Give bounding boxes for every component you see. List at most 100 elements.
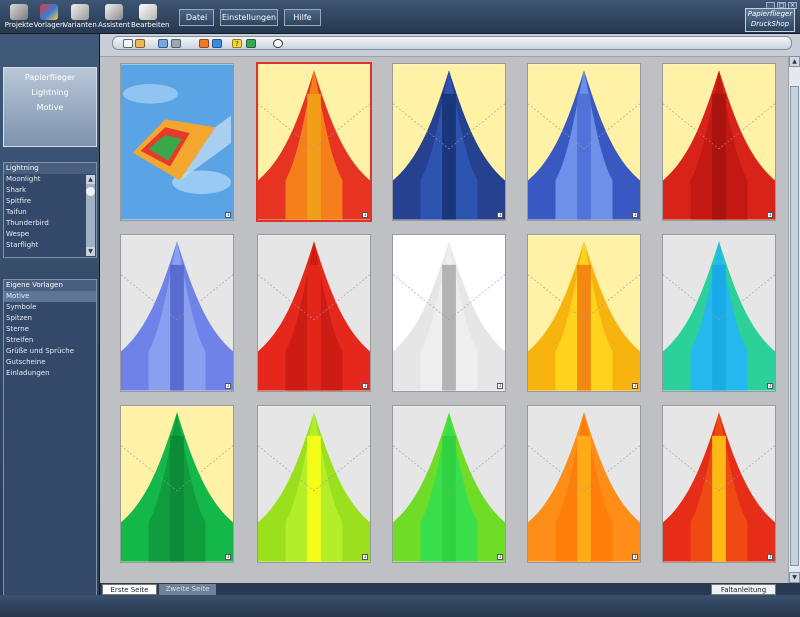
projekte-label: Projekte xyxy=(4,21,34,29)
tab-erste-seite[interactable]: Erste Seite xyxy=(102,584,157,595)
faltanleitung-button[interactable]: Faltanleitung xyxy=(711,584,776,595)
template-thumbnail[interactable]: ↓ xyxy=(256,62,372,222)
kite-thumbnail-image xyxy=(393,406,505,562)
page-marker-icon: ↓ xyxy=(632,554,638,560)
kite-thumbnail-image xyxy=(528,235,640,391)
model-list-header[interactable]: Lightning xyxy=(4,163,96,174)
print-setup-icon[interactable] xyxy=(171,39,181,48)
template-thumbnail[interactable]: ↓ xyxy=(662,63,776,221)
bearbeiten-label: Bearbeiten xyxy=(131,21,170,29)
scroll-down-icon[interactable]: ▼ xyxy=(789,572,800,583)
page-marker-icon: ↓ xyxy=(767,554,773,560)
template-list: Eigene Vorlagen Motive Symbole Spitzen S… xyxy=(3,279,97,617)
scroll-thumb[interactable] xyxy=(790,86,799,566)
page-marker-icon: ↓ xyxy=(225,554,231,560)
logo-line1: Papierflieger xyxy=(747,10,793,18)
scroll-up-icon[interactable]: ▲ xyxy=(789,56,800,67)
template-list-item[interactable]: Symbole xyxy=(4,302,96,313)
kite-thumbnail-image xyxy=(121,235,233,391)
template-list-item[interactable]: Einladungen xyxy=(4,368,96,379)
kite-thumbnail-image xyxy=(258,64,370,220)
kite-thumbnail-image xyxy=(663,64,775,220)
help-icon[interactable]: ? xyxy=(232,39,242,48)
color-icon[interactable] xyxy=(212,39,222,48)
tab-zweite-seite[interactable]: Zweite Seite xyxy=(159,584,216,595)
template-thumbnail[interactable]: ↓ xyxy=(662,234,776,392)
kite-thumbnail-image xyxy=(528,406,640,562)
template-thumbnail[interactable]: ↓ xyxy=(120,405,234,563)
template-thumbnail[interactable]: ↓ xyxy=(120,234,234,392)
template-thumbnail[interactable]: ↓ xyxy=(257,405,371,563)
page-marker-icon: ↓ xyxy=(362,212,368,218)
bearbeiten-button[interactable]: Bearbeiten xyxy=(131,2,170,32)
paint-icon[interactable] xyxy=(199,39,209,48)
zoom-icon[interactable] xyxy=(273,39,283,48)
scroll-up-icon[interactable]: ▲ xyxy=(86,175,95,184)
template-thumbnail[interactable]: ↓ xyxy=(120,63,234,221)
kite-thumbnail-image xyxy=(528,64,640,220)
menu-datei[interactable]: Datei xyxy=(179,9,214,26)
template-thumbnail[interactable]: ↓ xyxy=(527,63,641,221)
page-marker-icon: ↓ xyxy=(767,383,773,389)
logo-line2: DruckShop xyxy=(750,20,790,28)
category-line2: Lightning xyxy=(31,88,69,97)
template-list-item[interactable]: Sterne xyxy=(4,324,96,335)
template-list-item[interactable]: Gutscheine xyxy=(4,357,96,368)
model-list-item[interactable]: Thunderbird xyxy=(4,218,96,229)
vorlagen-button[interactable]: Vorlagen xyxy=(32,2,66,32)
application-window: Projekte Vorlagen Varianten Assistent Be… xyxy=(0,0,800,617)
page-marker-icon: ↓ xyxy=(632,212,638,218)
bearbeiten-icon xyxy=(139,4,157,20)
template-list-item[interactable]: Motive xyxy=(4,291,96,302)
model-list-item[interactable]: Moonlight xyxy=(4,174,96,185)
thumbnail-grid: ↓ ↓ ↓ ↓ ↓ ↓ ↓ ↓ ↓ ↓ ↓ ↓ ↓ ↓ ↓ xyxy=(100,56,788,606)
sidebar: Papierflieger Lightning Motive Lightning… xyxy=(0,34,100,617)
menu-hilfe[interactable]: Hilfe xyxy=(284,9,321,26)
kite-thumbnail-image xyxy=(258,406,370,562)
scroll-thumb[interactable] xyxy=(86,187,95,196)
new-icon[interactable] xyxy=(123,39,133,48)
page-marker-icon: ↓ xyxy=(362,554,368,560)
vertical-scrollbar[interactable]: ▲ ▼ xyxy=(788,56,800,583)
menu-einstellungen[interactable]: Einstellungen xyxy=(220,9,278,26)
varianten-icon xyxy=(71,4,89,20)
template-list-header[interactable]: Eigene Vorlagen xyxy=(4,280,96,291)
page-marker-icon: ↓ xyxy=(362,383,368,389)
template-thumbnail[interactable]: ↓ xyxy=(392,234,506,392)
projekte-button[interactable]: Projekte xyxy=(2,2,36,32)
plane-thumbnail-image xyxy=(121,64,233,220)
template-list-item[interactable]: Spitzen xyxy=(4,313,96,324)
model-list-item[interactable]: Shark xyxy=(4,185,96,196)
model-list-item[interactable]: Wespe xyxy=(4,229,96,240)
model-list-item[interactable]: Starflight xyxy=(4,240,96,251)
template-list-item[interactable]: Streifen xyxy=(4,335,96,346)
template-thumbnail[interactable]: ↓ xyxy=(527,234,641,392)
model-list: Lightning Moonlight Shark Spitfire Taifu… xyxy=(3,162,97,258)
scroll-down-icon[interactable]: ▼ xyxy=(86,247,95,256)
model-list-scrollbar[interactable]: ▲ ▼ xyxy=(86,175,95,256)
druckshop-logo: Papierflieger DruckShop xyxy=(745,8,795,32)
model-list-item[interactable]: Spitfire xyxy=(4,196,96,207)
kite-thumbnail-image xyxy=(393,235,505,391)
open-icon[interactable] xyxy=(135,39,145,48)
template-thumbnail[interactable]: ↓ xyxy=(392,405,506,563)
assistent-button[interactable]: Assistent xyxy=(97,2,131,32)
page-marker-icon: ↓ xyxy=(497,383,503,389)
template-thumbnail[interactable]: ↓ xyxy=(257,234,371,392)
top-toolbar: Projekte Vorlagen Varianten Assistent Be… xyxy=(0,0,800,34)
template-thumbnail[interactable]: ↓ xyxy=(662,405,776,563)
template-thumbnail[interactable]: ↓ xyxy=(527,405,641,563)
vorlagen-icon xyxy=(40,4,58,20)
status-bar xyxy=(0,595,800,617)
assistent-label: Assistent xyxy=(98,21,130,29)
template-list-item[interactable]: Grüße und Sprüche xyxy=(4,346,96,357)
page-marker-icon: ↓ xyxy=(497,212,503,218)
icon-toolbar: ? xyxy=(112,36,792,50)
varianten-button[interactable]: Varianten xyxy=(63,2,97,32)
print-icon[interactable] xyxy=(158,39,168,48)
projekte-icon xyxy=(10,4,28,20)
model-list-item[interactable]: Taifun xyxy=(4,207,96,218)
template-thumbnail[interactable]: ↓ xyxy=(392,63,506,221)
export-icon[interactable] xyxy=(246,39,256,48)
page-marker-icon: ↓ xyxy=(225,383,231,389)
